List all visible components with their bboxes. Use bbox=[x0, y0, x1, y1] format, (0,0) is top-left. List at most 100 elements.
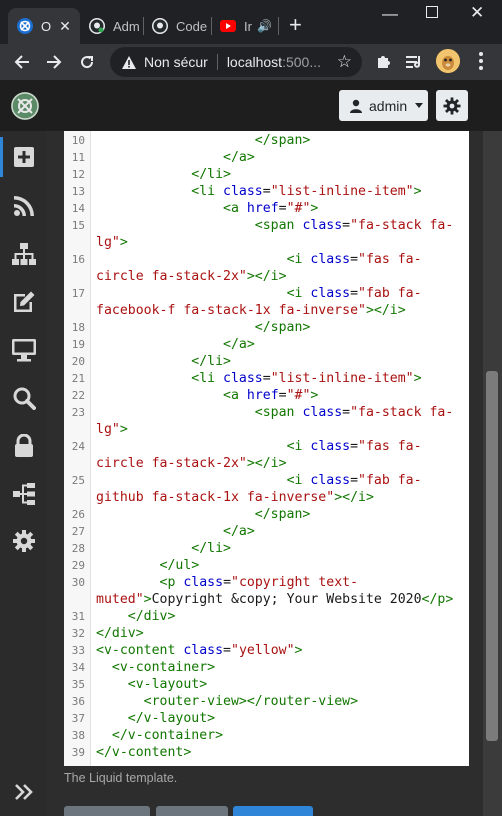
browser-tab-strip: O ✕ Adm Code Ir 🔊 + — ✕ bbox=[0, 0, 502, 44]
desktop-icon[interactable] bbox=[11, 337, 37, 363]
line-number: 19 bbox=[71, 338, 85, 351]
code-text: </v-container> bbox=[96, 727, 469, 744]
address-bar[interactable]: Non sécur localhost:500... ☆ bbox=[110, 47, 362, 77]
action-button-2[interactable] bbox=[156, 806, 228, 816]
editor-caption: The Liquid template. bbox=[64, 771, 178, 785]
code-token: "yellow" bbox=[231, 643, 295, 658]
code-token: "#" bbox=[286, 201, 311, 216]
tab-admin[interactable]: Adm bbox=[80, 8, 142, 44]
tree-structure-icon[interactable] bbox=[11, 481, 37, 507]
profile-avatar[interactable] bbox=[436, 49, 460, 73]
maximize-window-icon[interactable] bbox=[426, 6, 438, 18]
code-line: 30 <p class="copyright text-muted">Copyr… bbox=[64, 574, 469, 608]
tab-app[interactable]: O ✕ bbox=[8, 8, 80, 44]
line-number: 36 bbox=[71, 695, 85, 708]
code-token: </p> bbox=[421, 592, 454, 607]
code-token: > bbox=[413, 184, 422, 199]
tab-code[interactable]: Code bbox=[143, 8, 211, 44]
code-token: <p bbox=[159, 575, 184, 590]
code-text: </a> bbox=[96, 523, 469, 540]
url-text: localhost:500... bbox=[226, 54, 321, 70]
sidebar-active-indicator bbox=[0, 137, 3, 177]
code-text: </span> bbox=[96, 506, 469, 523]
minimize-window-icon[interactable]: — bbox=[382, 6, 398, 24]
code-token: = bbox=[350, 252, 359, 267]
code-token: <a bbox=[223, 388, 247, 403]
code-token: "#" bbox=[286, 388, 311, 403]
sidebar bbox=[0, 131, 46, 816]
page-scrollbar[interactable] bbox=[483, 131, 502, 816]
rss-icon[interactable] bbox=[11, 193, 37, 219]
lock-icon[interactable] bbox=[11, 433, 37, 459]
close-window-icon[interactable]: ✕ bbox=[470, 3, 484, 23]
code-token: ></i> bbox=[334, 490, 374, 505]
reload-icon[interactable] bbox=[75, 50, 99, 74]
code-token: > bbox=[294, 643, 303, 658]
scrollbar-thumb[interactable] bbox=[486, 371, 498, 741]
app-logo-icon[interactable] bbox=[11, 92, 39, 120]
code-line: 25 <i class="fab fa-github fa-stack-1x f… bbox=[64, 472, 469, 506]
code-token: "list-inline-item" bbox=[270, 184, 414, 199]
code-line: 19 </a> bbox=[64, 336, 469, 353]
code-line: 11 </a> bbox=[64, 149, 469, 166]
code-line: 39 </v-content> bbox=[64, 744, 469, 761]
media-queue-icon[interactable] bbox=[404, 51, 426, 73]
expand-sidebar-icon[interactable] bbox=[11, 779, 37, 805]
code-line: 29 </ul> bbox=[64, 557, 469, 574]
code-token: > bbox=[119, 422, 128, 437]
code-token: = bbox=[350, 286, 359, 301]
code-token: </v-content> bbox=[96, 745, 192, 760]
code-line: 21 <li class="list-inline-item"> bbox=[64, 370, 469, 387]
line-number: 14 bbox=[71, 202, 85, 215]
code-text: <p class="copyright text-muted">Copyrigh… bbox=[96, 574, 469, 608]
code-token: = bbox=[342, 405, 351, 420]
code-token: class bbox=[183, 575, 224, 590]
app-favicon-icon bbox=[17, 18, 33, 34]
warning-icon[interactable] bbox=[120, 53, 138, 71]
cog-icon bbox=[443, 97, 461, 114]
add-square-icon[interactable] bbox=[11, 144, 37, 170]
back-arrow-icon[interactable] bbox=[10, 50, 34, 74]
new-tab-button[interactable]: + bbox=[289, 14, 302, 36]
sitemap-icon[interactable] bbox=[11, 241, 37, 267]
code-token: <i bbox=[286, 286, 311, 301]
edit-icon[interactable] bbox=[11, 289, 37, 315]
line-number: 34 bbox=[71, 661, 85, 674]
code-line: 17 <i class="fab fa-facebook-f fa-stack-… bbox=[64, 285, 469, 319]
action-button-1[interactable] bbox=[64, 806, 150, 816]
tab-close-icon[interactable]: ✕ bbox=[59, 18, 71, 35]
code-token: > bbox=[143, 592, 152, 607]
theme-settings-button[interactable] bbox=[436, 90, 468, 121]
line-number: 29 bbox=[71, 559, 85, 572]
code-token: href bbox=[246, 388, 279, 403]
code-text: <router-view></router-view> bbox=[96, 693, 469, 710]
code-token: <span bbox=[254, 218, 303, 233]
code-token: = bbox=[223, 643, 231, 658]
code-token: </li> bbox=[191, 354, 231, 369]
tab-youtube[interactable]: Ir 🔊 bbox=[211, 8, 277, 44]
code-line: 27 </a> bbox=[64, 523, 469, 540]
code-text: <span class="fa-stack fa-lg"> bbox=[96, 404, 469, 438]
template-code-editor[interactable]: 10 </span> 11 </a> 12 </li> 13 <li class="l… bbox=[64, 131, 469, 766]
code-token: </v-layout> bbox=[127, 711, 216, 726]
code-token: </div> bbox=[127, 609, 176, 624]
code-token: Copyright &copy; Your Website 2020 bbox=[151, 592, 422, 607]
line-number: 15 bbox=[71, 219, 85, 232]
code-token: = bbox=[262, 184, 271, 199]
action-button-primary[interactable] bbox=[233, 806, 313, 816]
user-menu-button[interactable]: admin bbox=[339, 90, 428, 121]
code-token: <v-container> bbox=[111, 660, 216, 675]
bookmark-star-icon[interactable]: ☆ bbox=[337, 52, 352, 72]
line-number: 26 bbox=[71, 508, 85, 521]
code-token: = bbox=[350, 473, 359, 488]
code-text: <v-layout> bbox=[96, 676, 469, 693]
code-token: = bbox=[262, 371, 271, 386]
tab-label: Ir bbox=[244, 18, 252, 34]
code-token: = bbox=[223, 575, 232, 590]
search-icon[interactable] bbox=[11, 385, 37, 411]
settings-gear-icon[interactable] bbox=[11, 528, 37, 554]
extensions-puzzle-icon[interactable] bbox=[372, 51, 394, 73]
code-text: </li> bbox=[96, 166, 469, 183]
browser-menu-icon[interactable] bbox=[478, 52, 484, 72]
forward-arrow-icon[interactable] bbox=[42, 50, 66, 74]
